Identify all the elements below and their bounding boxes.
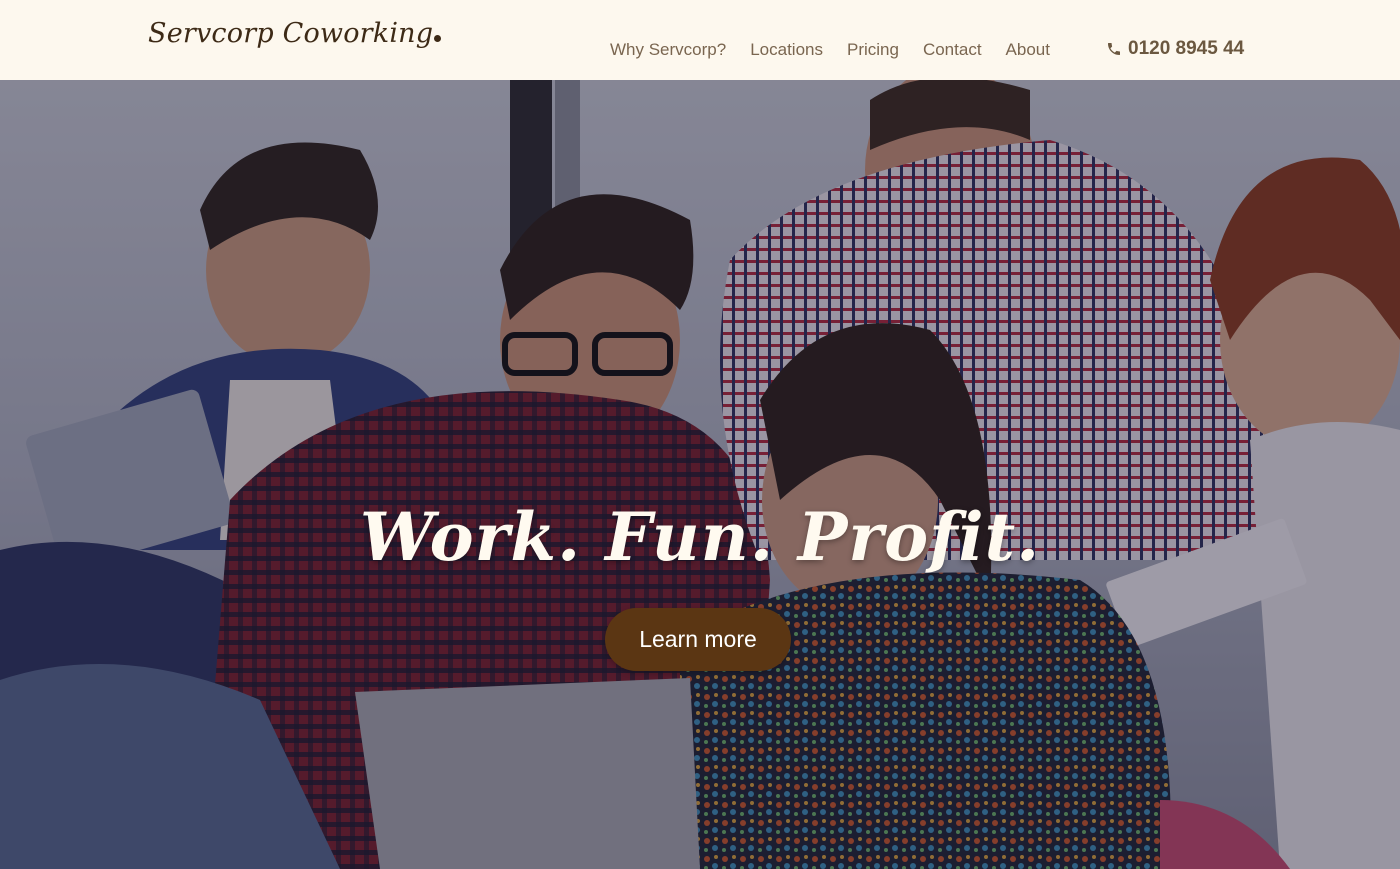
- nav-link-about[interactable]: About: [1006, 40, 1050, 60]
- brand-logo[interactable]: Servcorp Coworking: [148, 18, 442, 49]
- learn-more-button[interactable]: Learn more: [605, 608, 791, 671]
- phone-icon: [1108, 43, 1120, 55]
- main-nav: Why Servcorp? Locations Pricing Contact …: [610, 40, 1074, 60]
- hero-dark-overlay: [0, 80, 1400, 869]
- phone-number: 0120 8945 44: [1128, 38, 1245, 59]
- nav-link-pricing[interactable]: Pricing: [847, 40, 899, 60]
- brand-dot: [434, 35, 442, 42]
- hero-section: Work. Fun. Profit. Learn more: [0, 80, 1400, 869]
- hero-headline: Work. Fun. Profit.: [359, 498, 1041, 576]
- phone-number-link[interactable]: 0120 8945 44: [1106, 38, 1244, 60]
- brand-name: Servcorp Coworking: [148, 18, 434, 49]
- top-navbar: Servcorp Coworking Why Servcorp? Locatio…: [0, 0, 1400, 80]
- nav-link-contact[interactable]: Contact: [923, 40, 982, 60]
- nav-link-why-servcorp[interactable]: Why Servcorp?: [610, 40, 726, 60]
- nav-link-locations[interactable]: Locations: [750, 40, 823, 60]
